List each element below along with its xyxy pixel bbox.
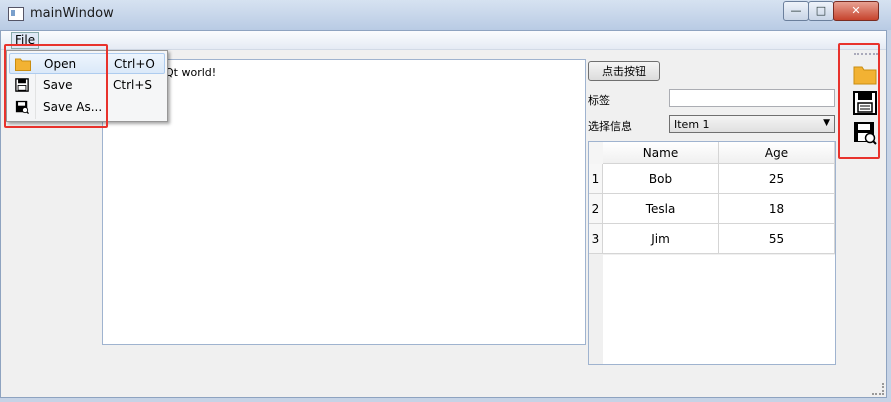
maximize-button[interactable]: □ (808, 1, 834, 21)
select-label: 选择信息 (588, 120, 632, 133)
tag-label: 标签 (588, 94, 610, 107)
table-empty-area (603, 255, 835, 364)
table-cell[interactable]: 55 (719, 224, 835, 254)
table-cell[interactable]: Jim (603, 224, 719, 254)
window-title: mainWindow (30, 6, 114, 21)
table-cell[interactable]: 25 (719, 164, 835, 194)
row-header[interactable]: 1 (589, 164, 603, 194)
table-cell[interactable]: Bob (603, 164, 719, 194)
highlight-box-menu (4, 44, 108, 128)
table-cell[interactable]: Tesla (603, 194, 719, 224)
column-header-name[interactable]: Name (603, 142, 719, 164)
tag-input[interactable] (669, 89, 835, 107)
chevron-down-icon: ▼ (823, 118, 830, 128)
column-header-age[interactable]: Age (719, 142, 835, 164)
highlight-box-toolbar (838, 43, 880, 159)
row-header[interactable]: 2 (589, 194, 603, 224)
central-text-area[interactable]: Qt world! (102, 59, 586, 345)
menu-bar: File (1, 31, 886, 50)
row-header[interactable]: 3 (589, 224, 603, 254)
status-bar (1, 375, 886, 397)
item-select-value: Item 1 (674, 118, 710, 131)
table-corner[interactable] (589, 142, 604, 165)
title-bar: mainWindow — □ ✕ (0, 0, 891, 30)
central-text: Qt world! (165, 66, 217, 79)
people-table: Name Age 1 Bob 25 2 Tesla 18 3 Jim 55 (588, 141, 836, 365)
minimize-button[interactable]: — (783, 1, 809, 21)
click-button[interactable]: 点击按钮 (588, 61, 660, 81)
item-select[interactable]: Item 1 ▼ (669, 115, 835, 133)
menu-item-shortcut: Ctrl+O (114, 57, 155, 71)
table-cell[interactable]: 18 (719, 194, 835, 224)
menu-item-shortcut: Ctrl+S (113, 78, 153, 92)
resize-grip[interactable] (872, 383, 884, 395)
close-button[interactable]: ✕ (833, 1, 879, 21)
app-icon (8, 7, 24, 21)
